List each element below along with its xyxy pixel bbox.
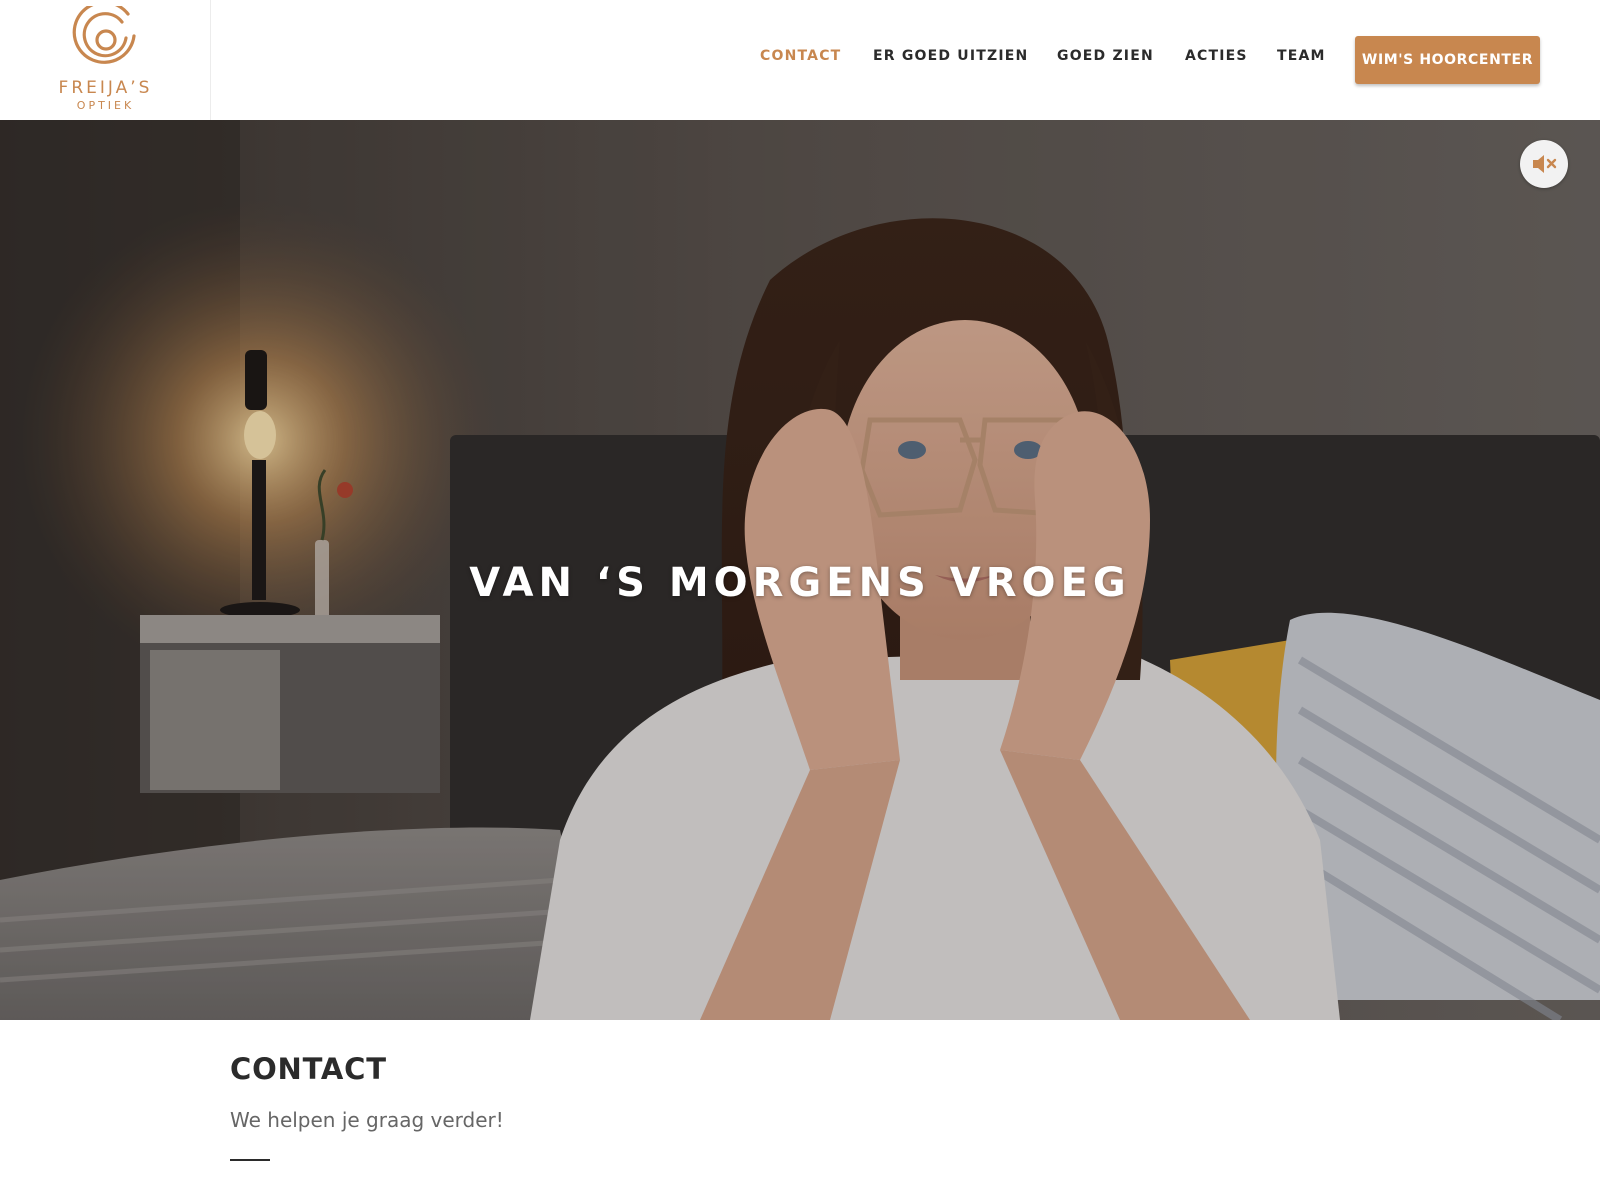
hero-title: VAN ‘S MORGENS VROEG bbox=[469, 560, 1131, 606]
nav-item-team[interactable]: TEAM bbox=[1277, 48, 1326, 64]
hero-video[interactable]: VAN ‘S MORGENS VROEG bbox=[0, 120, 1600, 1020]
speaker-muted-icon bbox=[1533, 155, 1557, 173]
nav-item-acties[interactable]: ACTIES bbox=[1185, 48, 1248, 64]
concentric-circles-icon bbox=[72, 6, 136, 64]
logo[interactable]: FREIJA’S OPTIEK bbox=[0, 0, 211, 120]
nav-item-contact[interactable]: CONTACT bbox=[760, 48, 841, 64]
brand-name: FREIJA’S bbox=[58, 78, 153, 98]
section-subtitle: We helpen je graag verder! bbox=[230, 1108, 504, 1132]
mute-button[interactable] bbox=[1520, 140, 1568, 188]
hoorcenter-button[interactable]: WIM'S HOORCENTER bbox=[1355, 36, 1540, 84]
divider bbox=[230, 1159, 270, 1161]
brand-subtitle: OPTIEK bbox=[76, 99, 135, 112]
contact-section: CONTACT We helpen je graag verder! bbox=[230, 1052, 1370, 1161]
section-title: CONTACT bbox=[230, 1052, 387, 1086]
site-header: FREIJA’S OPTIEK CONTACT ER GOED UITZIEN … bbox=[0, 0, 1600, 120]
nav-item-goed-zien[interactable]: GOED ZIEN bbox=[1057, 48, 1154, 64]
nav-item-er-goed-uitzien[interactable]: ER GOED UITZIEN bbox=[873, 48, 1028, 64]
